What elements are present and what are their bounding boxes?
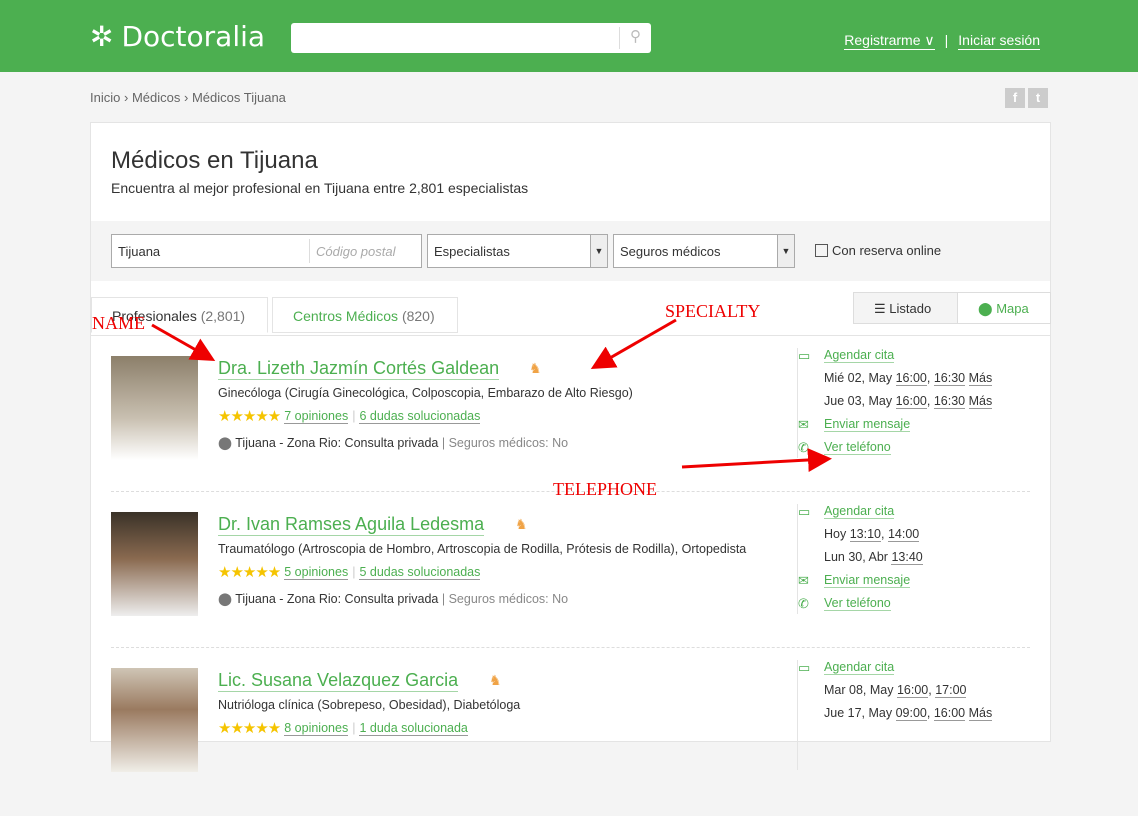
location-pin-icon: ⬤: [218, 592, 232, 606]
book-appointment-link[interactable]: Agendar cita: [824, 504, 895, 519]
time-slot[interactable]: 17:00: [935, 683, 967, 698]
book-appointment-link[interactable]: Agendar cita: [824, 660, 895, 675]
logo[interactable]: ✲ Doctoralia: [90, 20, 265, 53]
view-phone-link[interactable]: Ver teléfono: [824, 440, 891, 455]
doctor-name[interactable]: Lic. Susana Velazquez Garcia: [218, 670, 459, 692]
logo-star-icon: ✲: [90, 20, 114, 53]
postal-code-input[interactable]: Código postal: [309, 239, 402, 263]
booking-panel: ▭ Agendar cita Mié 02, May 16:00, 16:30 M…: [797, 348, 1030, 458]
envelope-icon: ✉: [798, 417, 809, 432]
phone-icon: ✆: [798, 596, 809, 611]
time-slot[interactable]: 16:00: [896, 683, 929, 698]
map-view-button[interactable]: ⬤ Mapa: [957, 292, 1051, 324]
results-card: Médicos en Tijuana Encuentra al mejor pr…: [90, 122, 1051, 772]
doctor-photo[interactable]: [111, 512, 198, 616]
rating-stars: ★★★★★: [218, 564, 281, 581]
list-icon: ☰: [874, 301, 886, 316]
calendar-icon: ▭: [798, 348, 811, 363]
map-pin-icon: ⬤: [978, 301, 993, 316]
header: ✲ Doctoralia ⚲ Registrarme ∨ | Iniciar sesi…: [0, 0, 1138, 72]
envelope-icon: ✉: [798, 573, 809, 588]
doctor-row: Lic. Susana Velazquez Garcia ♞ Nutriólog…: [111, 660, 1030, 816]
online-booking-checkbox[interactable]: Con reserva online: [815, 243, 941, 258]
questions-link[interactable]: 6 dudas solucionadas: [359, 409, 481, 424]
crumb-home[interactable]: Inicio: [90, 90, 120, 105]
annotation-telephone: TELEPHONE: [553, 479, 657, 499]
location-pin-icon: ⬤: [218, 436, 232, 450]
divider: [111, 647, 1030, 648]
time-slot[interactable]: 09:00: [895, 706, 927, 721]
book-appointment-link[interactable]: Agendar cita: [824, 348, 895, 363]
opinions-link[interactable]: 8 opiniones: [284, 721, 349, 736]
calendar-icon: ▭: [798, 660, 811, 675]
filter-bar: Tijuana Código postal Especialistas ▼ Segu…: [91, 221, 1050, 281]
crumb-medicos[interactable]: Médicos: [132, 90, 180, 105]
verified-badge-icon: ♞: [529, 360, 542, 376]
chevron-down-icon: ▼: [777, 235, 794, 267]
insurance-select[interactable]: Seguros médicos ▼: [613, 234, 795, 268]
twitter-icon[interactable]: t: [1028, 88, 1048, 108]
annotation-name: NAME: [92, 313, 145, 333]
crumb-current: Médicos Tijuana: [191, 90, 286, 105]
time-slot[interactable]: 13:10: [849, 527, 881, 542]
breadcrumb: Inicio › Médicos › Médicos Tijuana: [90, 90, 286, 105]
time-slot[interactable]: 16:30: [933, 371, 966, 386]
more-slots-link[interactable]: Más: [968, 394, 993, 409]
rating-stars: ★★★★★: [218, 720, 281, 737]
booking-panel: ▭ Agendar cita Hoy 13:10, 14:00 Lun 30, A…: [797, 504, 1030, 614]
facebook-icon[interactable]: f: [1005, 88, 1025, 108]
doctor-specialty: Traumatólogo (Artroscopia de Hombro, Art…: [218, 542, 747, 556]
more-slots-link[interactable]: Más: [968, 371, 993, 386]
questions-link[interactable]: 1 duda solucionada: [359, 721, 468, 736]
doctor-specialty: Nutrióloga clínica (Sobrepeso, Obesidad)…: [218, 698, 521, 712]
search-input[interactable]: ⚲: [291, 23, 651, 53]
doctor-specialty: Ginecóloga (Cirugía Ginecológica, Colpos…: [218, 386, 633, 400]
search-icon[interactable]: ⚲: [619, 27, 651, 49]
doctor-photo[interactable]: [111, 668, 198, 772]
send-message-link[interactable]: Enviar mensaje: [824, 573, 911, 588]
chevron-down-icon: ▼: [590, 235, 607, 267]
list-view-button[interactable]: ☰ Listado: [853, 292, 958, 324]
time-slot[interactable]: 16:00: [933, 706, 966, 721]
city-input[interactable]: Tijuana Código postal: [111, 234, 422, 268]
doctor-name[interactable]: Dr. Ivan Ramses Aguila Ledesma: [218, 514, 485, 536]
annotation-specialty: SPECIALTY: [665, 301, 761, 321]
time-slot[interactable]: 14:00: [887, 527, 920, 542]
login-link[interactable]: Iniciar sesión: [958, 32, 1040, 50]
checkbox[interactable]: [815, 244, 828, 257]
more-slots-link[interactable]: Más: [968, 706, 993, 721]
view-phone-link[interactable]: Ver teléfono: [824, 596, 891, 611]
specialty-select[interactable]: Especialistas ▼: [427, 234, 608, 268]
phone-icon: ✆: [798, 440, 809, 455]
doctor-photo[interactable]: [111, 356, 198, 460]
time-slot[interactable]: 16:00: [895, 371, 927, 386]
page-title: Médicos en Tijuana: [111, 147, 318, 174]
time-slot[interactable]: 16:30: [933, 394, 966, 409]
booking-panel: ▭ Agendar cita Mar 08, May 16:00, 17:00 J…: [797, 660, 1030, 770]
questions-link[interactable]: 5 dudas solucionadas: [359, 565, 481, 580]
doctor-row: Dr. Ivan Ramses Aguila Ledesma ♞ Traumat…: [111, 504, 1030, 660]
time-slot[interactable]: 13:40: [891, 550, 923, 565]
opinions-link[interactable]: 5 opiniones: [284, 565, 349, 580]
time-slot[interactable]: 16:00: [895, 394, 927, 409]
verified-badge-icon: ♞: [515, 516, 528, 532]
doctor-list: Dra. Lizeth Jazmín Cortés Galdean ♞ Gine…: [91, 335, 1050, 772]
rating-stars: ★★★★★: [218, 408, 281, 425]
tab-centers[interactable]: Centros Médicos (820): [272, 297, 458, 333]
verified-badge-icon: ♞: [489, 672, 502, 688]
opinions-link[interactable]: 7 opiniones: [284, 409, 349, 424]
send-message-link[interactable]: Enviar mensaje: [824, 417, 911, 432]
page-subtitle: Encuentra al mejor profesional en Tijuan…: [111, 180, 529, 196]
register-link[interactable]: Registrarme ∨: [844, 32, 935, 50]
calendar-icon: ▭: [798, 504, 811, 519]
doctor-name[interactable]: Dra. Lizeth Jazmín Cortés Galdean: [218, 358, 500, 380]
